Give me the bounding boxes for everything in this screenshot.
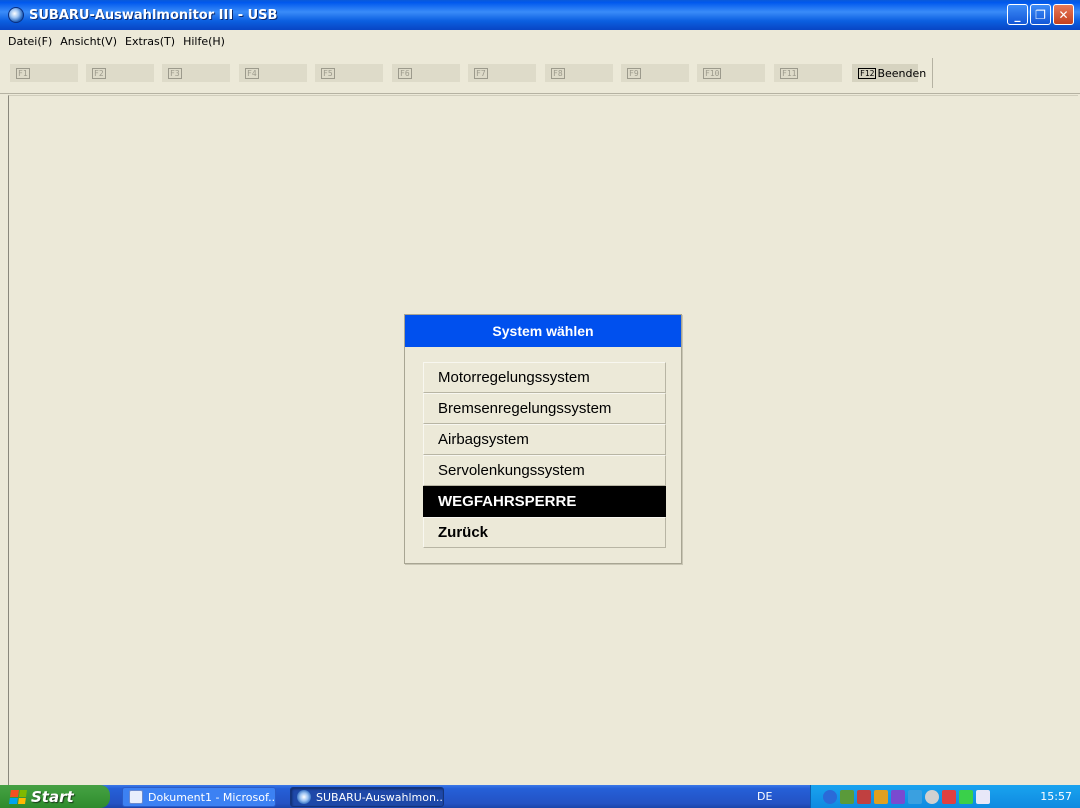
fkey-f12-beenden[interactable]: F12 Beenden (852, 64, 926, 82)
task-label: SUBARU-Auswahlmon... (316, 790, 444, 804)
option-servolenkungssystem[interactable]: Servolenkungssystem (423, 455, 666, 486)
taskbar-item-word-document[interactable]: Dokument1 - Microsof... (122, 787, 276, 807)
fkey-f3[interactable]: F3 (162, 64, 230, 82)
menu-ansicht[interactable]: Ansicht(V) (56, 35, 121, 48)
fkey-f3-cap: F3 (168, 67, 182, 79)
subaru-app-icon (297, 790, 311, 804)
option-motorregelungssystem[interactable]: Motorregelungssystem (423, 362, 666, 393)
tray-app-icon[interactable] (959, 789, 973, 804)
option-zurueck[interactable]: Zurück (423, 517, 666, 548)
fkey-f8[interactable]: F8 (545, 64, 613, 82)
fkey-f12-cap: F12 (858, 67, 877, 79)
toolbar-divider (932, 58, 933, 88)
fkey-f7-cap: F7 (474, 67, 488, 79)
tray-app-icon[interactable] (874, 789, 888, 804)
option-wegfahrsperre[interactable]: WEGFAHRSPERRE (423, 486, 666, 517)
fkey-f2-cap: F2 (92, 67, 106, 79)
option-bremsenregelungssystem[interactable]: Bremsenregelungssystem (423, 393, 666, 424)
menu-hilfe[interactable]: Hilfe(H) (179, 35, 229, 48)
minimize-button[interactable]: _ (1007, 4, 1028, 25)
fkey-f5[interactable]: F5 (315, 64, 383, 82)
windows-logo-icon (9, 789, 27, 804)
tray-security-icon[interactable] (857, 789, 871, 804)
tray-app-icon[interactable] (891, 789, 905, 804)
fkey-f10-cap: F10 (703, 67, 722, 79)
option-airbagsystem[interactable]: Airbagsystem (423, 424, 666, 455)
clock[interactable]: 15:57 (1040, 790, 1072, 803)
fkey-f2[interactable]: F2 (86, 64, 154, 82)
tray-app-icon[interactable] (925, 789, 939, 804)
title-bar: SUBARU-Auswahlmonitor III - USB _ ❐ ✕ (0, 0, 1080, 30)
language-indicator[interactable]: DE (757, 790, 772, 803)
fkey-f6[interactable]: F6 (392, 64, 460, 82)
system-option-list: Motorregelungssystem Bremsenregelungssys… (423, 362, 666, 548)
window-controls: _ ❐ ✕ (1007, 4, 1074, 25)
fkey-f1[interactable]: F1 (10, 64, 78, 82)
fkey-f1-cap: F1 (16, 67, 30, 79)
tray-app-icon[interactable] (908, 789, 922, 804)
fkey-f10[interactable]: F10 (697, 64, 765, 82)
start-button[interactable]: Start (0, 785, 110, 808)
task-label: Dokument1 - Microsof... (148, 790, 276, 804)
tray-icons (823, 789, 990, 804)
menu-bar: Datei(F) Ansicht(V) Extras(T) Hilfe(H) (0, 30, 1080, 52)
taskbar: Start Dokument1 - Microsof... SUBARU-Aus… (0, 785, 1080, 808)
tray-app-icon[interactable] (942, 789, 956, 804)
fkey-f6-cap: F6 (398, 67, 412, 79)
taskbar-item-subaru[interactable]: SUBARU-Auswahlmon... (290, 787, 444, 807)
fkey-f5-cap: F5 (321, 67, 335, 79)
fkey-f11[interactable]: F11 (774, 64, 842, 82)
menu-datei[interactable]: Datei(F) (4, 35, 56, 48)
beenden-label: Beenden (877, 66, 927, 80)
fkey-f7[interactable]: F7 (468, 64, 536, 82)
fkey-f4-cap: F4 (245, 67, 259, 79)
dialog-title: System wählen (405, 315, 681, 347)
fkey-f9[interactable]: F9 (621, 64, 689, 82)
tray-network-icon[interactable] (840, 789, 854, 804)
fkey-f9-cap: F9 (627, 67, 641, 79)
start-label: Start (31, 787, 74, 806)
tray-monitor-icon[interactable] (976, 789, 990, 804)
menu-extras[interactable]: Extras(T) (121, 35, 179, 48)
fkey-f4[interactable]: F4 (239, 64, 307, 82)
system-select-dialog: System wählen Motorregelungssystem Brems… (404, 314, 682, 564)
tray-chevron-icon[interactable] (823, 789, 837, 804)
maximize-button[interactable]: ❐ (1030, 4, 1051, 25)
system-tray: DE 15:57 (757, 785, 1080, 808)
fkey-f8-cap: F8 (551, 67, 565, 79)
app-icon (8, 7, 24, 23)
word-document-icon (129, 790, 143, 804)
window-title: SUBARU-Auswahlmonitor III - USB (29, 7, 278, 23)
close-button[interactable]: ✕ (1053, 4, 1074, 25)
fkey-f11-cap: F11 (780, 67, 799, 79)
function-key-toolbar: F1 F2 F3 F4 F5 F6 F7 F8 F9 F10 F11 F12 Be… (0, 52, 1080, 94)
